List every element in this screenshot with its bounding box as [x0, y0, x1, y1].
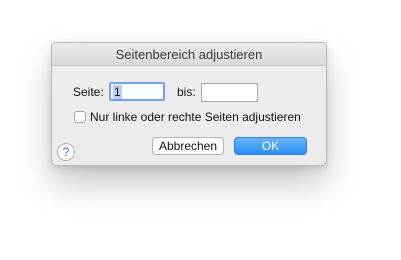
page-range-dialog: Seitenbereich adjustieren Seite: 1 bis: …: [51, 42, 327, 166]
help-button[interactable]: ?: [57, 143, 75, 161]
from-page-value: 1: [113, 85, 122, 99]
odd-even-pages-label[interactable]: Nur linke oder rechte Seiten adjustieren: [90, 110, 301, 124]
to-page-label: bis:: [177, 85, 196, 99]
to-page-input[interactable]: [201, 83, 258, 102]
cancel-button[interactable]: Abbrechen: [152, 137, 224, 155]
question-mark-icon: ?: [62, 145, 70, 159]
dialog-title: Seitenbereich adjustieren: [115, 47, 263, 62]
ok-button[interactable]: OK: [234, 137, 307, 155]
from-page-input[interactable]: 1: [109, 82, 165, 101]
dialog-titlebar[interactable]: Seitenbereich adjustieren: [52, 43, 326, 66]
odd-even-pages-checkbox[interactable]: [74, 111, 86, 123]
from-page-label: Seite:: [73, 85, 104, 99]
